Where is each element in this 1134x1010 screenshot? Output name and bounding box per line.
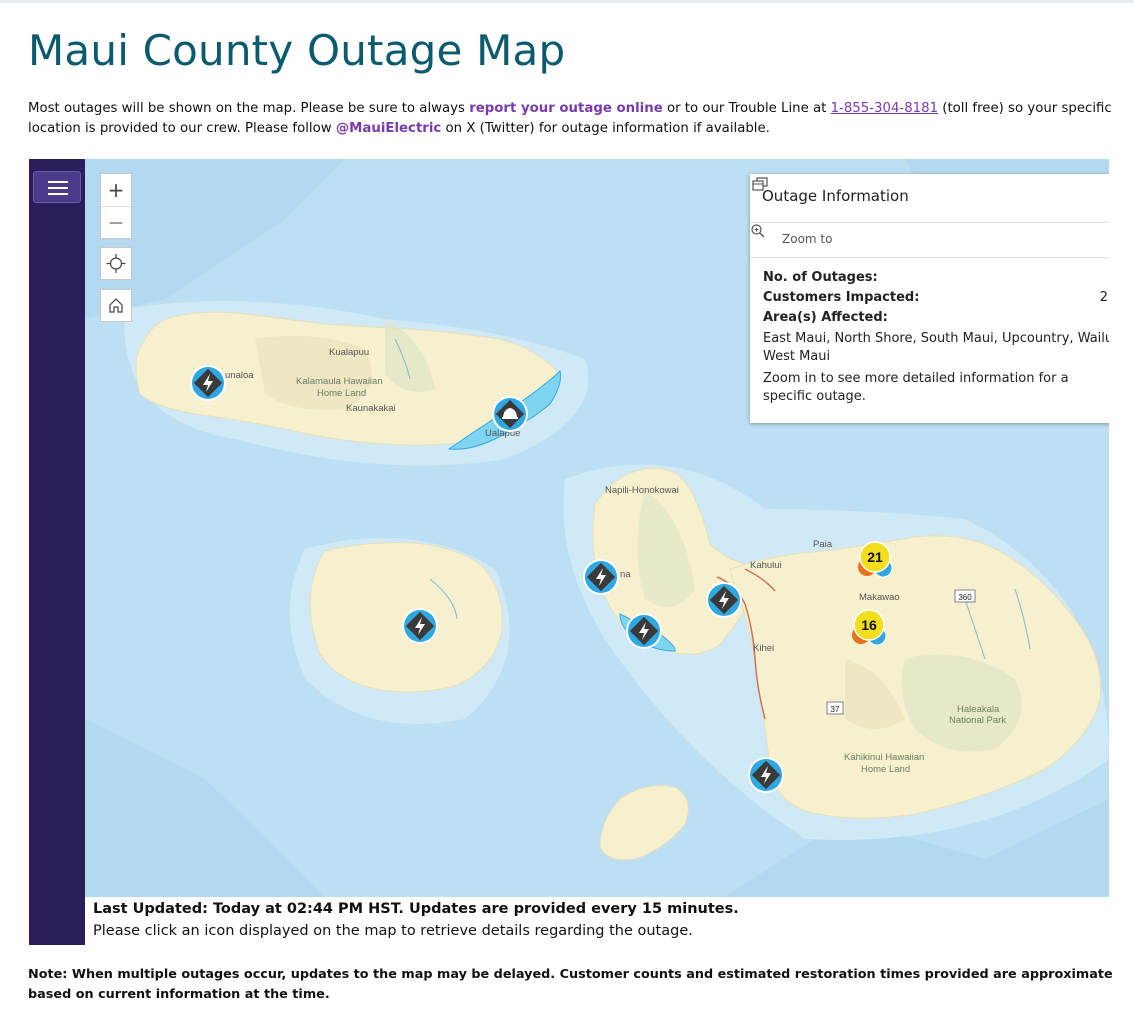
report-outage-link[interactable]: report your outage online — [469, 101, 663, 116]
label-napili-honokowai: Napili-Honokowai — [605, 485, 679, 496]
home-button[interactable] — [100, 289, 132, 322]
note-text: Note: When multiple outages occur, updat… — [28, 967, 1113, 1002]
map-view[interactable]: 360 37 Kualapuu unaloa Kalamaula Hawaiia… — [85, 159, 1109, 897]
areas-row: Area(s) Affected: — [763, 308, 1109, 328]
zoom-controls: + — — [100, 173, 132, 239]
locate-button[interactable] — [100, 247, 132, 280]
outage-marker-olowalu[interactable] — [626, 613, 662, 649]
label-kalamaula-1: Kalamaula Hawaiian — [296, 376, 383, 387]
sidebar — [29, 159, 85, 945]
status-area: Last Updated: Today at 02:44 PM HST. Upd… — [85, 897, 1109, 945]
home-icon — [109, 298, 123, 313]
outage-marker-lanai[interactable] — [402, 608, 438, 644]
areas-label: Area(s) Affected: — [763, 310, 888, 325]
last-updated-text: Last Updated: Today at 02:44 PM HST. Upd… — [93, 901, 739, 917]
areas-value: East Maui, North Shore, South Maui, Upco… — [763, 331, 1109, 364]
customers-value: 2,955 — [1099, 290, 1109, 305]
label-maunaloa: unaloa — [225, 370, 254, 381]
dock-icon[interactable] — [750, 174, 770, 194]
panel-header: Outage Information × — [750, 174, 1109, 223]
label-haleakala-1: Haleakala — [957, 704, 1000, 715]
panel-title: Outage Information — [762, 187, 909, 205]
outage-map-app: 360 37 Kualapuu unaloa Kalamaula Hawaiia… — [29, 159, 1109, 945]
customers-row: Customers Impacted: 2,955 — [763, 288, 1109, 308]
menu-icon-bar — [48, 187, 68, 189]
crosshair-icon — [106, 254, 126, 273]
menu-icon-bar — [48, 193, 68, 195]
menu-button[interactable] — [33, 171, 81, 203]
intro-text-part: or to our Trouble Line at — [662, 101, 831, 116]
zoom-in-button[interactable]: + — [101, 174, 131, 207]
label-haleakala-2: National Park — [949, 715, 1006, 726]
outage-marker-lahaina[interactable] — [583, 559, 619, 595]
outages-row: No. of Outages: 41 — [763, 268, 1109, 288]
outage-marker-molokai-east[interactable] — [492, 396, 528, 432]
panel-body: No. of Outages: 41 Customers Impacted: 2… — [750, 258, 1109, 416]
twitter-link[interactable]: @MauiElectric — [336, 121, 441, 136]
label-kahului: Kahului — [750, 560, 782, 571]
outage-marker-molokai-west[interactable] — [190, 365, 226, 401]
zoom-to-action[interactable]: Zoom to — [750, 223, 1109, 258]
intro-text-part: on X (Twitter) for outage information if… — [441, 121, 770, 136]
label-kalamaula-2: Home Land — [317, 388, 366, 399]
top-border — [0, 0, 1134, 3]
outage-cluster-makawao[interactable]: 16 — [852, 609, 887, 646]
outage-cluster-paia[interactable]: 21 — [858, 541, 893, 578]
label-lahaina: na — [620, 569, 631, 580]
customers-label: Customers Impacted: — [763, 290, 920, 305]
zoom-out-button[interactable]: — — [101, 207, 131, 239]
label-kihei: Kihei — [753, 643, 774, 654]
outages-label: No. of Outages: — [763, 270, 878, 285]
label-kahikinui-1: Kahikinui Hawaiian — [844, 752, 924, 763]
page-title: Maui County Outage Map — [28, 26, 566, 75]
route-37-label: 37 — [831, 705, 840, 714]
trouble-line-link[interactable]: 1-855-304-8181 — [831, 101, 938, 116]
label-makawao: Makawao — [859, 592, 900, 603]
cluster-count: 16 — [861, 617, 877, 633]
outage-marker-makena[interactable] — [748, 757, 784, 793]
zoom-to-icon — [751, 224, 765, 238]
panel-hint: Zoom in to see more detailed information… — [763, 371, 1069, 404]
route-360-label: 360 — [958, 593, 972, 602]
cluster-count: 21 — [867, 549, 883, 565]
label-paia: Paia — [813, 539, 833, 550]
menu-icon — [48, 181, 68, 183]
label-kahikinui-2: Home Land — [861, 764, 910, 775]
intro-text-part: Most outages will be shown on the map. P… — [28, 101, 470, 116]
outage-information-panel: Outage Information × Zoom to — [750, 174, 1109, 423]
label-kualapuu: Kualapuu — [329, 347, 369, 358]
zoom-to-label: Zoom to — [782, 232, 833, 246]
instruction-text: Please click an icon displayed on the ma… — [93, 923, 693, 939]
intro-text: Most outages will be shown on the map. P… — [28, 99, 1113, 139]
label-kaunakakai: Kaunakakai — [346, 403, 396, 414]
outage-marker-maalaea[interactable] — [706, 582, 742, 618]
